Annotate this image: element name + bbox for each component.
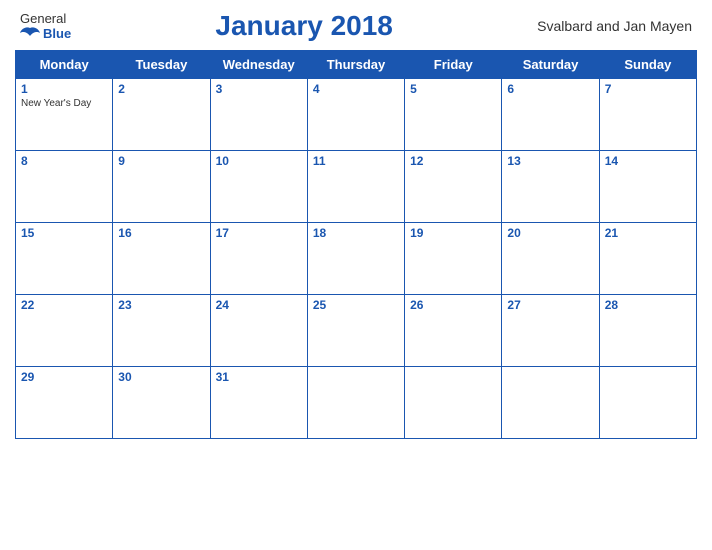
calendar-day-cell: 21 (599, 223, 696, 295)
calendar-day-cell: 2 (113, 79, 210, 151)
weekday-header-row: Monday Tuesday Wednesday Thursday Friday… (16, 51, 697, 79)
header-tuesday: Tuesday (113, 51, 210, 79)
day-number: 14 (605, 154, 691, 168)
calendar-day-cell: 4 (307, 79, 404, 151)
calendar-day-cell: 15 (16, 223, 113, 295)
calendar-title: January 2018 (215, 10, 392, 41)
calendar-day-cell (599, 367, 696, 439)
calendar-week-row: 89 10 11 12 13 14 (16, 151, 697, 223)
day-number: 29 (21, 370, 107, 384)
day-number: 20 (507, 226, 593, 240)
calendar-day-cell: 3 (210, 79, 307, 151)
header-thursday: Thursday (307, 51, 404, 79)
day-number: 11 (313, 154, 399, 168)
day-number: 17 (216, 226, 302, 240)
calendar-day-cell: 23 (113, 295, 210, 367)
calendar-day-cell: 9 (113, 151, 210, 223)
calendar-week-row: 1 New Year's Day 234567 (16, 79, 697, 151)
calendar-day-cell: 25 (307, 295, 404, 367)
day-number: 28 (605, 298, 691, 312)
day-number: 8 (21, 154, 107, 168)
day-number: 22 (21, 298, 107, 312)
header-wednesday: Wednesday (210, 51, 307, 79)
calendar-day-cell (502, 367, 599, 439)
calendar-day-cell: 11 (307, 151, 404, 223)
logo-general-text: General (20, 11, 66, 26)
calendar-day-cell: 6 (502, 79, 599, 151)
calendar-day-cell: 24 (210, 295, 307, 367)
day-number: 3 (216, 82, 302, 96)
calendar-week-row: 29 30 31 (16, 367, 697, 439)
day-number: 5 (410, 82, 496, 96)
title-section: January 2018 (71, 10, 537, 42)
day-number: 25 (313, 298, 399, 312)
calendar-day-cell: 26 (405, 295, 502, 367)
calendar-day-cell: 13 (502, 151, 599, 223)
day-number: 13 (507, 154, 593, 168)
calendar-day-cell: 20 (502, 223, 599, 295)
day-number: 24 (216, 298, 302, 312)
calendar-day-cell: 22 (16, 295, 113, 367)
day-number: 12 (410, 154, 496, 168)
calendar-table: Monday Tuesday Wednesday Thursday Friday… (15, 50, 697, 439)
calendar-day-cell: 29 (16, 367, 113, 439)
header-sunday: Sunday (599, 51, 696, 79)
day-number: 7 (605, 82, 691, 96)
calendar-day-cell: 19 (405, 223, 502, 295)
calendar-day-cell: 28 (599, 295, 696, 367)
calendar-day-cell: 27 (502, 295, 599, 367)
calendar-week-row: 22 23 24 25 26 27 28 (16, 295, 697, 367)
day-number: 19 (410, 226, 496, 240)
calendar-day-cell: 8 (16, 151, 113, 223)
day-number: 1 (21, 82, 107, 96)
calendar-day-cell: 30 (113, 367, 210, 439)
header-saturday: Saturday (502, 51, 599, 79)
calendar-header: General Blue January 2018 Svalbard and J… (15, 10, 697, 42)
calendar-day-cell (307, 367, 404, 439)
day-number: 23 (118, 298, 204, 312)
header-monday: Monday (16, 51, 113, 79)
logo-bird-icon (20, 26, 40, 42)
calendar-wrapper: General Blue January 2018 Svalbard and J… (0, 0, 712, 550)
calendar-day-cell: 14 (599, 151, 696, 223)
logo-blue-text: Blue (20, 26, 71, 42)
holiday-label: New Year's Day (21, 98, 107, 109)
day-number: 18 (313, 226, 399, 240)
day-number: 10 (216, 154, 302, 168)
day-number: 27 (507, 298, 593, 312)
header-friday: Friday (405, 51, 502, 79)
calendar-body: 1New Year's Day2345678910111213141516171… (16, 79, 697, 439)
calendar-day-cell: 18 (307, 223, 404, 295)
day-number: 31 (216, 370, 302, 384)
logo: General Blue (20, 11, 71, 42)
calendar-day-cell: 7 (599, 79, 696, 151)
calendar-day-cell: 31 (210, 367, 307, 439)
calendar-day-cell: 17 (210, 223, 307, 295)
day-number: 6 (507, 82, 593, 96)
calendar-day-cell (405, 367, 502, 439)
day-number: 15 (21, 226, 107, 240)
day-number: 26 (410, 298, 496, 312)
day-number: 4 (313, 82, 399, 96)
region-title: Svalbard and Jan Mayen (537, 18, 692, 34)
calendar-day-cell: 5 (405, 79, 502, 151)
calendar-day-cell: 16 (113, 223, 210, 295)
calendar-day-cell: 12 (405, 151, 502, 223)
calendar-week-row: 15 16 17 18 19 20 21 (16, 223, 697, 295)
day-number: 21 (605, 226, 691, 240)
calendar-day-cell: 1 New Year's Day (16, 79, 113, 151)
calendar-day-cell: 10 (210, 151, 307, 223)
day-number: 16 (118, 226, 204, 240)
day-number: 9 (118, 154, 204, 168)
day-number: 2 (118, 82, 204, 96)
day-number: 30 (118, 370, 204, 384)
